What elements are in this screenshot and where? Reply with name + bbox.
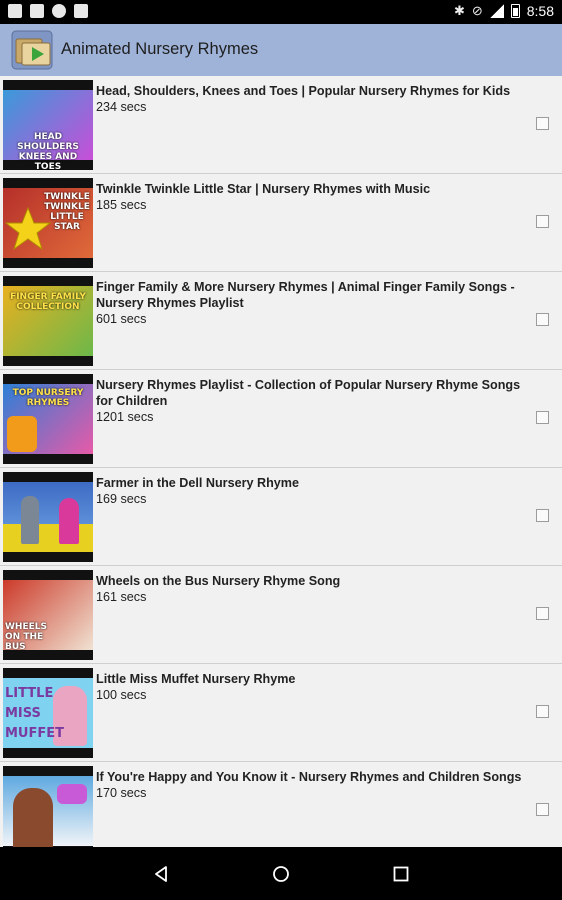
- video-title-text: If You're Happy and You Know it - Nurser…: [96, 770, 522, 784]
- select-checkbox[interactable]: [536, 509, 549, 522]
- video-title[interactable]: Little Miss Muffet Nursery Rhyme 100 sec…: [96, 671, 526, 703]
- thumbnail-caption: FINGER FAMILY COLLECTION: [10, 292, 86, 312]
- video-title-text: Little Miss Muffet Nursery Rhyme: [96, 672, 296, 686]
- video-duration: 185 secs: [96, 198, 147, 212]
- video-item[interactable]: LITTLE MISS MUFFET Little Miss Muffet Nu…: [0, 664, 562, 762]
- bluetooth-icon: ✱: [453, 3, 465, 18]
- select-checkbox[interactable]: [536, 313, 549, 326]
- video-thumbnail[interactable]: WHEELS ON THE BUS: [3, 570, 93, 660]
- video-item[interactable]: FINGER FAMILY COLLECTION Finger Family &…: [0, 272, 562, 370]
- singer-figure: [13, 788, 53, 847]
- video-thumbnail[interactable]: HEAD SHOULDERS KNEES AND TOES: [3, 80, 93, 170]
- video-item[interactable]: WHEELS ON THE BUS Wheels on the Bus Nurs…: [0, 566, 562, 664]
- bus-icon: [7, 416, 37, 452]
- signal-icon: [489, 4, 504, 18]
- video-title-text: Head, Shoulders, Knees and Toes | Popula…: [96, 84, 511, 98]
- thumbnail-caption: TOP NURSERY RHYMES: [12, 388, 84, 408]
- video-thumbnail[interactable]: LITTLE MISS MUFFET: [3, 668, 93, 758]
- video-thumbnail[interactable]: FINGER FAMILY COLLECTION: [3, 276, 93, 366]
- app-title: Animated Nursery Rhymes: [61, 40, 259, 58]
- do-not-disturb-icon: ⊘: [471, 3, 483, 18]
- recents-icon[interactable]: [392, 865, 410, 883]
- select-checkbox[interactable]: [536, 215, 549, 228]
- video-title-text: Finger Family & More Nursery Rhymes | An…: [96, 280, 515, 310]
- image-icon: [8, 4, 22, 18]
- app-bar: Animated Nursery Rhymes: [0, 24, 562, 76]
- emoji-badge: [57, 784, 87, 804]
- notification-icons: [8, 4, 88, 18]
- video-title[interactable]: Farmer in the Dell Nursery Rhyme 169 sec…: [96, 475, 526, 507]
- video-title[interactable]: If You're Happy and You Know it - Nurser…: [96, 769, 526, 801]
- video-item[interactable]: TOP NURSERY RHYMES Nursery Rhymes Playli…: [0, 370, 562, 468]
- thumbnail-image: [3, 482, 93, 552]
- video-item[interactable]: Farmer in the Dell Nursery Rhyme 169 sec…: [0, 468, 562, 566]
- video-duration: 234 secs: [96, 100, 147, 114]
- video-title-text: Wheels on the Bus Nursery Rhyme Song: [96, 574, 341, 588]
- video-thumbnail[interactable]: [3, 472, 93, 562]
- video-duration: 169 secs: [96, 492, 147, 506]
- status-bar: ✱ ⊘ 8:58: [0, 0, 562, 24]
- system-icons: ✱ ⊘ 8:58: [454, 3, 554, 19]
- video-item[interactable]: HEAD SHOULDERS KNEES AND TOES Head, Shou…: [0, 76, 562, 174]
- select-checkbox[interactable]: [536, 705, 549, 718]
- thumbnail-caption: WHEELS ON THE BUS: [5, 622, 47, 652]
- app-logo-icon[interactable]: [10, 27, 56, 73]
- video-duration: 161 secs: [96, 590, 147, 604]
- video-thumbnail[interactable]: TOP NURSERY RHYMES: [3, 374, 93, 464]
- thumbnail-caption: LITTLE MISS MUFFET: [5, 686, 65, 741]
- video-item[interactable]: TWINKLE TWINKLE LITTLE STAR Twinkle Twin…: [0, 174, 562, 272]
- video-title[interactable]: Twinkle Twinkle Little Star | Nursery Rh…: [96, 181, 526, 213]
- video-duration: 100 secs: [96, 688, 147, 702]
- video-title-text: Nursery Rhymes Playlist - Collection of …: [96, 378, 521, 408]
- select-checkbox[interactable]: [536, 803, 549, 816]
- video-duration: 1201 secs: [96, 410, 154, 424]
- video-thumbnail[interactable]: TWINKLE TWINKLE LITTLE STAR: [3, 178, 93, 268]
- video-title[interactable]: Nursery Rhymes Playlist - Collection of …: [96, 377, 526, 425]
- dancer-figure: [59, 498, 79, 544]
- select-checkbox[interactable]: [536, 117, 549, 130]
- video-item[interactable]: If You're Happy and You Know it - Nurser…: [0, 762, 562, 847]
- mail-icon: [30, 4, 44, 18]
- bug-icon: [52, 4, 66, 18]
- bag-icon: [74, 4, 88, 18]
- video-duration: 601 secs: [96, 312, 147, 326]
- select-checkbox[interactable]: [536, 411, 549, 424]
- select-checkbox[interactable]: [536, 607, 549, 620]
- farmer-figure: [21, 496, 39, 544]
- video-duration: 170 secs: [96, 786, 147, 800]
- video-title-text: Twinkle Twinkle Little Star | Nursery Rh…: [96, 182, 431, 196]
- clock: 8:58: [526, 3, 554, 19]
- navigation-bar: [0, 847, 562, 900]
- video-list[interactable]: HEAD SHOULDERS KNEES AND TOES Head, Shou…: [0, 76, 562, 847]
- video-title[interactable]: Wheels on the Bus Nursery Rhyme Song 161…: [96, 573, 526, 605]
- battery-icon: [510, 4, 520, 18]
- video-title-text: Farmer in the Dell Nursery Rhyme: [96, 476, 299, 490]
- thumbnail-caption: TWINKLE TWINKLE LITTLE STAR: [44, 192, 90, 232]
- video-thumbnail[interactable]: [3, 766, 93, 847]
- video-title[interactable]: Head, Shoulders, Knees and Toes | Popula…: [96, 83, 526, 115]
- thumbnail-caption: HEAD SHOULDERS KNEES AND TOES: [17, 132, 79, 170]
- back-icon[interactable]: [152, 865, 170, 883]
- home-icon[interactable]: [272, 865, 290, 883]
- video-title[interactable]: Finger Family & More Nursery Rhymes | An…: [96, 279, 526, 327]
